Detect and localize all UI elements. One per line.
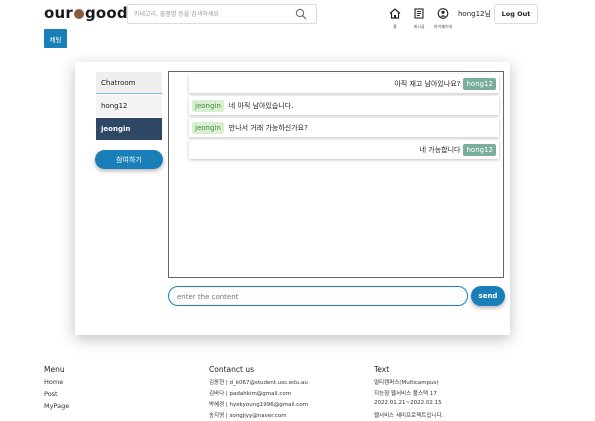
home-icon: [389, 8, 401, 19]
search-bar[interactable]: 카테고리, 물품명 등을 검색하세요: [127, 4, 317, 24]
message-row: 아직 재고 남아있나요? hong12: [189, 74, 499, 93]
message-text: 만나서 거래 가능하신가요?: [228, 123, 308, 132]
footer-contact-line: 송지영 | songjiyy@naver.com: [209, 413, 287, 419]
search-icon[interactable]: [295, 8, 307, 20]
message-row: jeongin 네 아직 남아있습니다.: [189, 96, 499, 115]
footer-contact-line: 김바다 | padahkim@gmail.com: [209, 391, 292, 397]
room-item-hong12[interactable]: hong12: [96, 95, 162, 117]
footer-contact-title: Contanct us: [209, 365, 254, 374]
footer-link-home[interactable]: Home: [44, 378, 63, 386]
footer-link-post[interactable]: Post: [44, 390, 58, 398]
logout-button[interactable]: Log Out: [494, 4, 538, 24]
footer-contact-line: 김동현 | d_k067@student.usc.edu.au: [209, 380, 308, 386]
nav-mypage-label: 마이페이지: [434, 24, 453, 29]
sender-badge: jeongin: [192, 99, 224, 112]
message-text: 네 아직 남아있습니다.: [228, 101, 294, 110]
footer-menu-title: Menu: [44, 365, 65, 374]
document-icon: [414, 8, 424, 19]
message-row: 네 가능합니다 hong12: [189, 140, 499, 159]
message-input[interactable]: [175, 290, 459, 304]
message-input-wrapper[interactable]: [168, 286, 468, 306]
logo-text-left: our: [44, 4, 73, 22]
nav-posts[interactable]: 게시글: [413, 4, 425, 30]
nav-home[interactable]: 홈: [389, 4, 401, 30]
user-icon: [437, 8, 449, 19]
footer-link-mypage[interactable]: MyPage: [44, 402, 69, 410]
footer-text-line: 멀티캠퍼스(Multicampus): [374, 380, 439, 386]
chat-tab[interactable]: 채팅: [44, 29, 67, 48]
site-logo[interactable]: our goods: [44, 4, 137, 22]
message-row: jeongin 만나서 거래 가능하신가요?: [189, 118, 499, 137]
footer-text-line: 2022.01.21~2022.02.15: [374, 400, 442, 406]
join-button[interactable]: 참여하기: [95, 150, 163, 169]
footer-text-line: 웹서비스 세미프로젝트입니다.: [374, 413, 444, 419]
nav-posts-label: 게시글: [413, 24, 425, 29]
message-text: 아직 재고 남아있나요?: [394, 79, 461, 88]
room-item-jeongin[interactable]: jeongin: [96, 118, 162, 140]
sender-badge: hong12: [463, 77, 496, 90]
sender-badge: jeongin: [192, 121, 224, 134]
logo-dot-icon: [73, 9, 84, 19]
search-placeholder[interactable]: 카테고리, 물품명 등을 검색하세요: [134, 9, 219, 18]
nav-home-label: 홈: [393, 24, 397, 29]
message-text: 네 가능합니다: [419, 145, 461, 154]
room-list-title: Chatroom: [96, 72, 162, 94]
send-button[interactable]: send: [471, 286, 505, 306]
user-greeting: hong12님: [458, 10, 491, 18]
room-list: Chatroom hong12 jeongin: [96, 72, 162, 140]
footer-contact-line: 박혜경 | hyekyoung1996@gmail.com: [209, 402, 308, 408]
footer-text-line: 지능형 웹서비스 풀스택 17: [374, 391, 437, 397]
footer-text-title: Text: [374, 365, 390, 374]
nav-mypage[interactable]: 마이페이지: [434, 4, 452, 30]
sender-badge: hong12: [463, 143, 496, 156]
